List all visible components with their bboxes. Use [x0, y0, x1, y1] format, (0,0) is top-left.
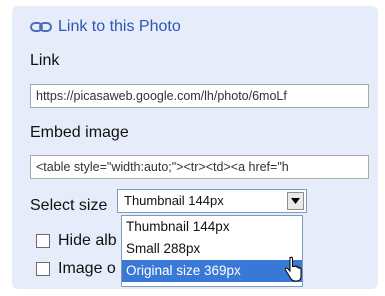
image-only-checkbox[interactable]: [36, 262, 50, 276]
hide-album-label: Hide alb: [58, 232, 117, 249]
select-size-label: Select size: [30, 197, 108, 214]
embed-code-field[interactable]: <table style="width:auto;"><tr><td><a hr…: [30, 155, 369, 179]
link-to-photo[interactable]: Link to this Photo: [30, 18, 181, 36]
embed-image-label: Embed image: [30, 124, 129, 141]
link-label: Link: [30, 52, 60, 69]
size-select-value: Thumbnail 144px: [124, 193, 224, 208]
option-original-size[interactable]: Original size 369px: [122, 260, 302, 282]
hide-album-checkbox[interactable]: [36, 234, 50, 248]
image-only-option[interactable]: Image o: [36, 260, 116, 278]
image-only-label: Image o: [58, 260, 116, 277]
mouse-pointer-icon: [283, 256, 303, 291]
link-icon: [30, 21, 52, 33]
link-field[interactable]: https://picasaweb.google.com/lh/photo/6m…: [30, 84, 369, 108]
hide-album-option[interactable]: Hide alb: [36, 232, 117, 250]
option-small[interactable]: Small 288px: [122, 238, 302, 260]
link-to-photo-label: Link to this Photo: [58, 18, 181, 35]
size-dropdown-list: Thumbnail 144px Small 288px Original siz…: [121, 215, 303, 287]
option-thumbnail[interactable]: Thumbnail 144px: [122, 216, 302, 238]
chevron-down-icon[interactable]: [287, 192, 304, 210]
size-select[interactable]: Thumbnail 144px: [117, 189, 307, 213]
